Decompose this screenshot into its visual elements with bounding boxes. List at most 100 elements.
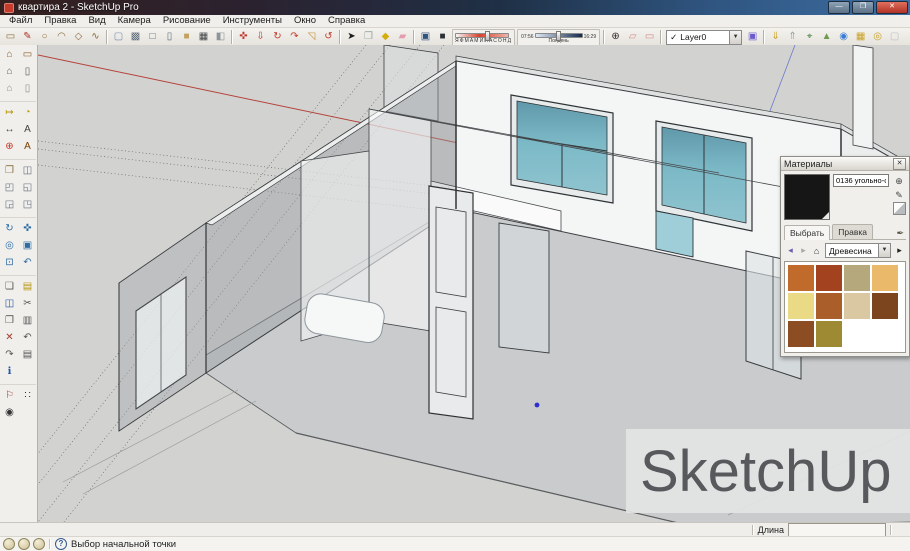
material-swatch[interactable] <box>816 265 842 291</box>
collection-combobox[interactable]: Древесина ▼ <box>825 243 891 258</box>
text-icon[interactable]: A <box>18 121 37 138</box>
union-icon[interactable]: ◰ <box>0 179 19 196</box>
offset-tool[interactable]: ↺ <box>320 29 337 46</box>
material-swatch[interactable] <box>788 265 814 291</box>
help-icon[interactable]: ? <box>55 538 67 550</box>
shadow-settings-button[interactable]: ▣ <box>417 29 434 46</box>
share-model-button[interactable]: ⇑ <box>784 29 801 46</box>
move-tool[interactable]: ✜ <box>235 29 252 46</box>
sample-paint-icon[interactable]: ✒ <box>894 228 906 239</box>
view-front-icon[interactable]: ⌂ <box>0 63 19 80</box>
menu-item[interactable]: Окно <box>288 15 322 27</box>
layer-dropdown-arrow[interactable]: ▼ <box>729 31 741 44</box>
pan-icon[interactable]: ✜ <box>18 220 37 237</box>
measurement-input[interactable] <box>788 523 886 537</box>
circle-tool[interactable]: ○ <box>36 29 53 46</box>
shadow-date-slider[interactable]: ЯФМАМИИАСОНД <box>452 29 515 46</box>
dimension-icon[interactable]: ↔ <box>0 121 19 138</box>
signin-status-icon[interactable] <box>33 538 45 550</box>
view-top-icon[interactable]: ▭ <box>18 46 37 63</box>
erase-icon[interactable]: ✕ <box>0 329 19 346</box>
trim-icon[interactable]: ◲ <box>0 196 19 213</box>
view-left-icon[interactable]: ▯ <box>18 80 37 97</box>
add-location-button[interactable]: ⌖ <box>801 29 818 46</box>
shadow-toggle-button[interactable]: ■ <box>434 29 451 46</box>
tab-edit[interactable]: Правка <box>832 224 873 239</box>
arc-tool[interactable]: ◠ <box>53 29 70 46</box>
view-iso-icon[interactable]: ⌂ <box>0 46 19 63</box>
material-swatch[interactable] <box>788 293 814 319</box>
google-earth-button[interactable]: ◉ <box>835 29 852 46</box>
position-camera-icon[interactable]: ⚐ <box>0 387 19 404</box>
walk-icon[interactable]: ∷ <box>18 387 37 404</box>
menu-item[interactable]: Справка <box>322 15 371 27</box>
material-swatch[interactable] <box>872 265 898 291</box>
material-swatch[interactable] <box>872 293 898 319</box>
view-back-icon[interactable]: ⌂ <box>0 80 19 97</box>
menu-item[interactable]: Камера <box>112 15 157 27</box>
make-component-icon[interactable]: ❐ <box>0 162 19 179</box>
shaded-textures-style-button[interactable]: ▦ <box>195 29 212 46</box>
push-pull-tool[interactable]: ⇩ <box>252 29 269 46</box>
material-swatch[interactable] <box>816 321 842 347</box>
zoom-window-icon[interactable]: ▣ <box>18 237 37 254</box>
make-component-button[interactable]: ❐ <box>360 29 377 46</box>
xray-style-button[interactable]: ▢ <box>110 29 127 46</box>
back-arrow-icon[interactable]: ◂ <box>784 245 797 256</box>
set-default-material-icon[interactable]: ✎ <box>895 188 903 202</box>
hidden-line-style-button[interactable]: ▯ <box>161 29 178 46</box>
credits-status-icon[interactable] <box>18 538 30 550</box>
print-icon[interactable]: ▤ <box>18 346 37 363</box>
active-material-preview[interactable] <box>784 174 830 220</box>
share-component-button[interactable]: ▢ <box>886 29 903 46</box>
menu-item[interactable]: Файл <box>3 15 38 27</box>
redo-icon[interactable]: ↷ <box>0 346 19 363</box>
toggle-terrain-button[interactable]: ▲ <box>818 29 835 46</box>
paint-bucket-tool[interactable]: ◆ <box>377 29 394 46</box>
polygon-tool[interactable]: ◇ <box>70 29 87 46</box>
follow-me-tool[interactable]: ↷ <box>286 29 303 46</box>
axes-button[interactable]: ⊕ <box>607 29 624 46</box>
preview-in-google-earth-button[interactable]: ◎ <box>869 29 886 46</box>
time-slider-handle[interactable] <box>556 31 561 41</box>
menu-item[interactable]: Рисование <box>157 15 217 27</box>
intersect-icon[interactable]: ◫ <box>18 162 37 179</box>
layer-combobox[interactable]: ✓ Layer0 ▼ <box>666 30 742 45</box>
monochrome-style-button[interactable]: ◧ <box>212 29 229 46</box>
material-name-input[interactable] <box>833 174 889 187</box>
material-swatch[interactable] <box>816 293 842 319</box>
menu-item[interactable]: Вид <box>82 15 111 27</box>
undo-icon[interactable]: ↶ <box>18 329 37 346</box>
materials-panel-close-button[interactable]: ✕ <box>893 158 906 170</box>
zoom-icon[interactable]: ◎ <box>0 237 19 254</box>
tape-measure-icon[interactable]: ↦ <box>0 104 19 121</box>
geolocation-status-icon[interactable] <box>3 538 15 550</box>
back-edges-style-button[interactable]: ▩ <box>127 29 144 46</box>
maximize-button[interactable]: ❐ <box>852 1 874 14</box>
section-cut-button[interactable]: ▭ <box>641 29 658 46</box>
line-tool[interactable]: ✎ <box>19 29 36 46</box>
orbit-icon[interactable]: ↻ <box>0 220 19 237</box>
paste-icon[interactable]: ▥ <box>18 312 37 329</box>
zoom-extents-icon[interactable]: ⊡ <box>0 254 19 271</box>
close-button[interactable]: ✕ <box>876 1 908 14</box>
freehand-tool[interactable]: ∿ <box>87 29 104 46</box>
cut-icon[interactable]: ✂ <box>18 295 37 312</box>
rectangle-tool[interactable]: ▭ <box>2 29 19 46</box>
date-slider-handle[interactable] <box>485 31 490 41</box>
copy-icon[interactable]: ❐ <box>0 312 19 329</box>
get-models-button[interactable]: ⇓ <box>767 29 784 46</box>
3d-text-icon[interactable]: A <box>18 138 37 155</box>
default-material-swatch[interactable] <box>893 202 906 215</box>
previous-view-icon[interactable]: ↶ <box>18 254 37 271</box>
layer-manager-button[interactable]: ▣ <box>744 29 761 46</box>
menu-item[interactable]: Инструменты <box>217 15 288 27</box>
menu-item[interactable]: Правка <box>38 15 82 27</box>
eraser-tool[interactable]: ▰ <box>394 29 411 46</box>
save-file-icon[interactable]: ◫ <box>0 295 19 312</box>
photo-textures-button[interactable]: ▦ <box>852 29 869 46</box>
new-file-icon[interactable]: ❏ <box>0 278 19 295</box>
scale-tool[interactable]: ◹ <box>303 29 320 46</box>
wireframe-style-button[interactable]: □ <box>144 29 161 46</box>
section-plane-button[interactable]: ▱ <box>624 29 641 46</box>
